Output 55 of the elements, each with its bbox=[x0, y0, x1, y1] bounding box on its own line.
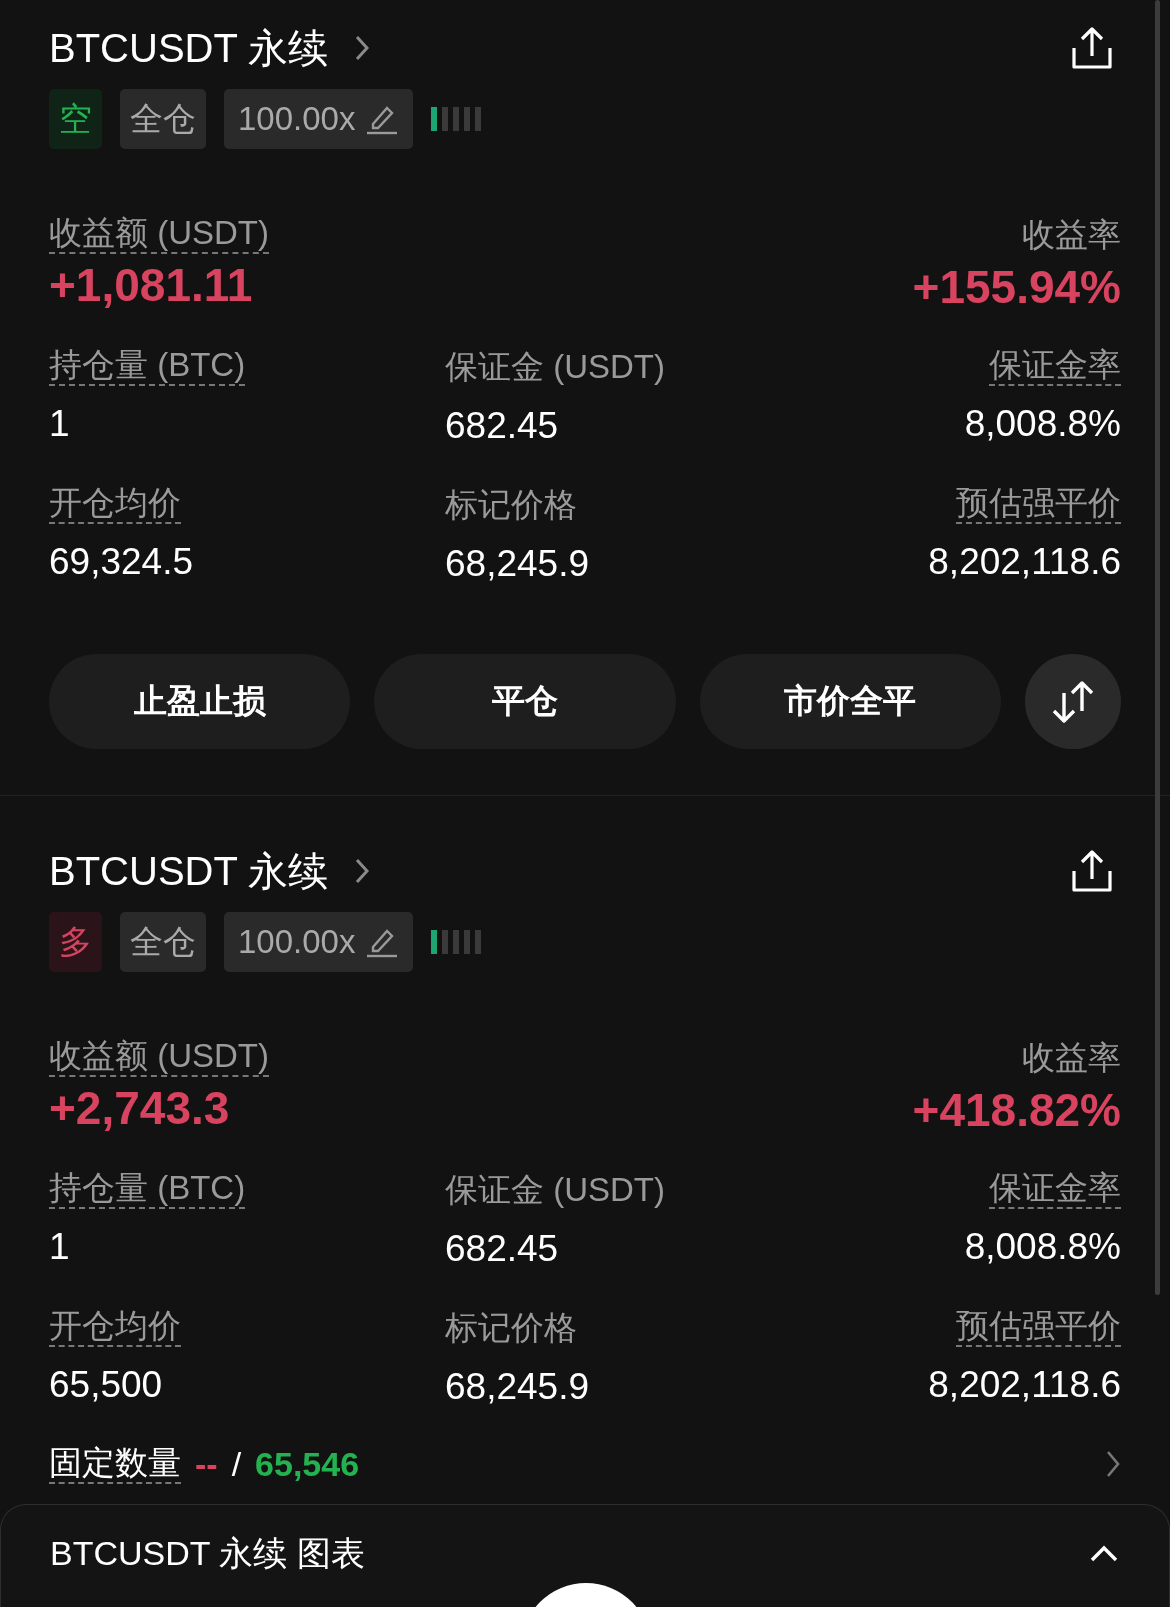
stat-value: 65,500 bbox=[49, 1364, 164, 1406]
pnl-value: +1,081.11 bbox=[49, 258, 254, 312]
stat-value: 8,202,118.6 bbox=[927, 1364, 1121, 1406]
roe-label: 收益率 bbox=[1022, 215, 1121, 255]
stat-value: 1 bbox=[49, 403, 71, 445]
stat-label: 标记价格 bbox=[445, 485, 577, 525]
margin-mode-tag: 全仓 bbox=[120, 89, 206, 149]
stat-value: 68,245.9 bbox=[445, 543, 591, 585]
stat-value: 8,008.8% bbox=[963, 403, 1121, 445]
stat-label: 开仓均价 bbox=[49, 484, 181, 524]
symbol-link[interactable]: BTCUSDT 永续 bbox=[49, 20, 329, 76]
stat-value: 682.45 bbox=[445, 1228, 560, 1270]
share-icon[interactable] bbox=[1071, 849, 1113, 893]
roe-value: +155.94% bbox=[912, 260, 1121, 314]
action-button[interactable]: 平仓 bbox=[374, 654, 676, 749]
margin-mode-tag: 全仓 bbox=[120, 912, 206, 972]
pnl-value: +2,743.3 bbox=[49, 1081, 231, 1135]
roe-label: 收益率 bbox=[1022, 1038, 1121, 1078]
fixed-quantity-label: 固定数量 bbox=[49, 1444, 181, 1484]
chevron-right-icon[interactable] bbox=[1105, 1449, 1121, 1479]
stat-label: 持仓量 (BTC) bbox=[49, 346, 246, 386]
stat-label: 持仓量 (BTC) bbox=[49, 1169, 246, 1209]
chevron-up-icon[interactable] bbox=[1089, 1545, 1119, 1563]
stat-label: 标记价格 bbox=[445, 1308, 577, 1348]
roe-value: +418.82% bbox=[912, 1083, 1121, 1137]
stat-label: 预估强平价 bbox=[956, 484, 1121, 524]
stat-value: 8,202,118.6 bbox=[927, 541, 1121, 583]
stat-value: 8,008.8% bbox=[963, 1226, 1121, 1268]
pnl-label: 收益额 (USDT) bbox=[49, 214, 269, 254]
stat-value: 1 bbox=[49, 1226, 71, 1268]
swap-arrows-icon bbox=[1050, 678, 1096, 725]
side-tag: 多 bbox=[49, 912, 102, 972]
stat-value: 68,245.9 bbox=[445, 1366, 591, 1408]
separator-text: / bbox=[231, 1444, 242, 1484]
stop-loss-value: 65,546 bbox=[255, 1444, 360, 1484]
take-profit-value: -- bbox=[195, 1444, 218, 1484]
stat-label: 开仓均价 bbox=[49, 1307, 181, 1347]
chevron-right-icon[interactable] bbox=[354, 857, 371, 885]
stat-label: 保证金率 bbox=[989, 1169, 1121, 1209]
stat-value: 682.45 bbox=[445, 405, 560, 447]
stat-label: 保证金 (USDT) bbox=[445, 347, 665, 387]
stat-label: 预估强平价 bbox=[956, 1307, 1121, 1347]
stat-label: 保证金率 bbox=[989, 346, 1121, 386]
action-button[interactable]: 止盈止损 bbox=[49, 654, 351, 749]
chevron-right-icon[interactable] bbox=[354, 34, 371, 62]
side-tag: 空 bbox=[49, 89, 102, 149]
leverage-button[interactable]: 100.00x bbox=[224, 89, 414, 149]
pnl-label: 收益额 (USDT) bbox=[49, 1037, 269, 1077]
stat-label: 保证金 (USDT) bbox=[445, 1170, 665, 1210]
symbol-link[interactable]: BTCUSDT 永续 bbox=[49, 843, 329, 899]
share-icon[interactable] bbox=[1071, 26, 1113, 70]
stat-value: 69,324.5 bbox=[49, 541, 195, 583]
action-button[interactable]: 市价全平 bbox=[699, 654, 1001, 749]
leverage-button[interactable]: 100.00x bbox=[224, 912, 414, 972]
chart-panel-title[interactable]: BTCUSDT 永续 图表 bbox=[50, 1531, 365, 1577]
